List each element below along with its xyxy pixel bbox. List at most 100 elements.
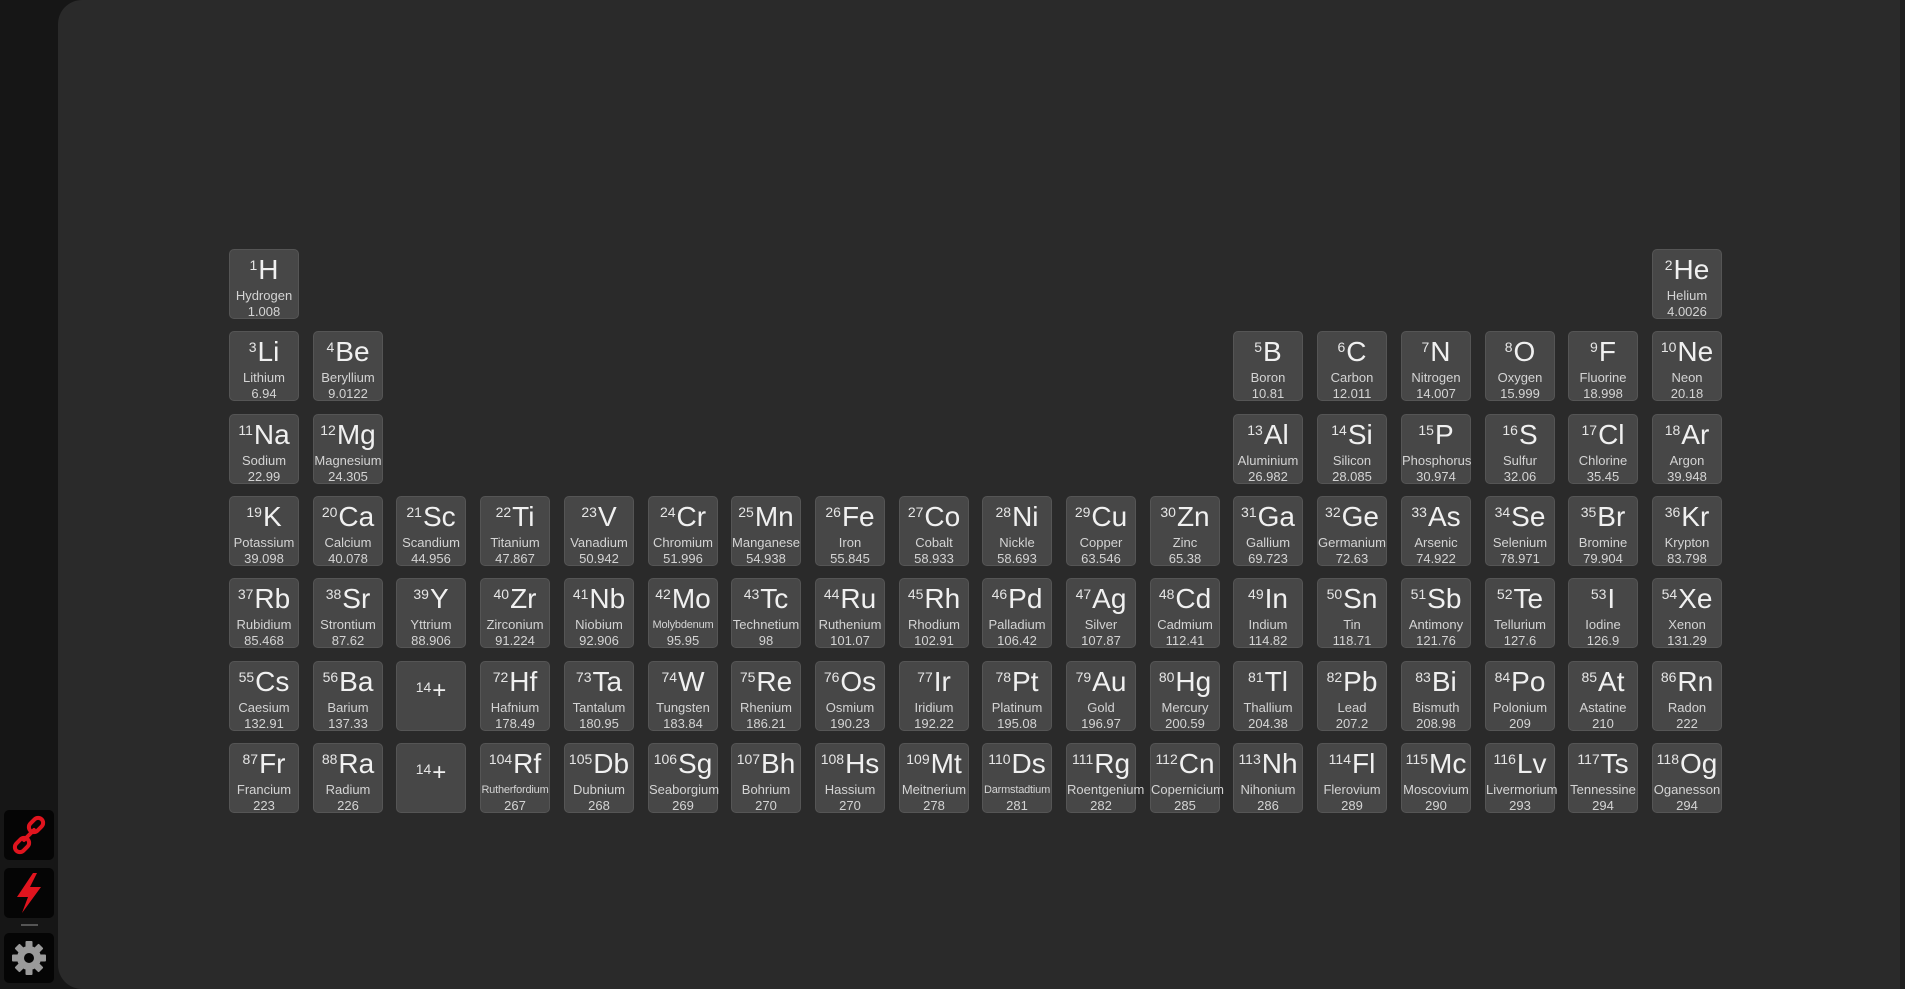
- element-tile-co[interactable]: 27 Co Cobalt 58.933: [899, 496, 969, 566]
- element-tile-cs[interactable]: 55 Cs Caesium 132.91: [229, 661, 299, 731]
- element-tile-mn[interactable]: 25 Mn Manganese 54.938: [731, 496, 801, 566]
- element-tile-h[interactable]: 1 H Hydrogen 1.008: [229, 249, 299, 319]
- element-tile-pt[interactable]: 78 Pt Platinum 195.08: [982, 661, 1052, 731]
- element-tile-po[interactable]: 84 Po Polonium 209: [1485, 661, 1555, 731]
- element-tile-in[interactable]: 49 In Indium 114.82: [1233, 578, 1303, 648]
- element-symbol: Cn: [1178, 748, 1215, 779]
- element-tile-as[interactable]: 33 As Arsenic 74.922: [1401, 496, 1471, 566]
- element-tile-sb[interactable]: 51 Sb Antimony 121.76: [1401, 578, 1471, 648]
- element-tile-cu[interactable]: 29 Cu Copper 63.546: [1066, 496, 1136, 566]
- element-tile-ds[interactable]: 110 Ds Darmstadtium 281: [982, 743, 1052, 813]
- element-tile-tc[interactable]: 43 Tc Technetium 98: [731, 578, 801, 648]
- element-tile-rh[interactable]: 45 Rh Rhodium 102.91: [899, 578, 969, 648]
- element-tile-ba[interactable]: 56 Ba Barium 137.33: [313, 661, 383, 731]
- element-tile-nb[interactable]: 41 Nb Niobium 92.906: [564, 578, 634, 648]
- element-tile-og[interactable]: 118 Og Oganesson 294: [1652, 743, 1722, 813]
- element-tile-hg[interactable]: 80 Hg Mercury 200.59: [1150, 661, 1220, 731]
- element-tile-li[interactable]: 3 Li Lithium 6.94: [229, 331, 299, 401]
- element-tile-rn[interactable]: 86 Rn Radon 222: [1652, 661, 1722, 731]
- element-tile-cn[interactable]: 112 Cn Copernicium 285: [1150, 743, 1224, 813]
- element-tile-sr[interactable]: 38 Sr Strontium 87.62: [313, 578, 383, 648]
- element-tile-k[interactable]: 19 K Potassium 39.098: [229, 496, 299, 566]
- element-tile-te[interactable]: 52 Te Tellurium 127.6: [1485, 578, 1555, 648]
- element-tile-zr[interactable]: 40 Zr Zirconium 91.224: [480, 578, 550, 648]
- element-tile-au[interactable]: 79 Au Gold 196.97: [1066, 661, 1136, 731]
- element-tile-nh[interactable]: 113 Nh Nihonium 286: [1233, 743, 1303, 813]
- element-tile-i[interactable]: 53 I Iodine 126.9: [1568, 578, 1638, 648]
- element-tile-fe[interactable]: 26 Fe Iron 55.845: [815, 496, 885, 566]
- element-tile-hf[interactable]: 72 Hf Hafnium 178.49: [480, 661, 550, 731]
- element-tile-ru[interactable]: 44 Ru Ruthenium 101.07: [815, 578, 885, 648]
- scrollbar[interactable]: [1900, 0, 1905, 989]
- element-tile-pb[interactable]: 82 Pb Lead 207.2: [1317, 661, 1387, 731]
- element-tile-ir[interactable]: 77 Ir Iridium 192.22: [899, 661, 969, 731]
- element-tile-be[interactable]: 4 Be Beryllium 9.0122: [313, 331, 383, 401]
- atomic-number: 52: [1496, 586, 1513, 602]
- element-tile-mc[interactable]: 115 Mc Moscovium 290: [1401, 743, 1471, 813]
- element-tile-re[interactable]: 75 Re Rhenium 186.21: [731, 661, 801, 731]
- atomic-mass: 54.938: [746, 551, 786, 566]
- element-tile-ar[interactable]: 18 Ar Argon 39.948: [1652, 414, 1722, 484]
- element-tile-s[interactable]: 16 S Sulfur 32.06: [1485, 414, 1555, 484]
- element-tile-br[interactable]: 35 Br Bromine 79.904: [1568, 496, 1638, 566]
- element-tile-rf[interactable]: 104 Rf Rutherfordium 267: [480, 743, 550, 813]
- element-tile-mg[interactable]: 12 Mg Magnesium 24.305: [313, 414, 383, 484]
- element-tile-mo[interactable]: 42 Mo Molybdenum 95.95: [648, 578, 718, 648]
- element-tile-o[interactable]: 8 O Oxygen 15.999: [1485, 331, 1555, 401]
- element-tile-n[interactable]: 7 N Nitrogen 14.007: [1401, 331, 1471, 401]
- element-tile-xe[interactable]: 54 Xe Xenon 131.29: [1652, 578, 1722, 648]
- element-tile-f[interactable]: 9 F Fluorine 18.998: [1568, 331, 1638, 401]
- element-tile-fl[interactable]: 114 Fl Flerovium 289: [1317, 743, 1387, 813]
- element-tile-y[interactable]: 39 Y Yttrium 88.906: [396, 578, 466, 648]
- element-tile-sg[interactable]: 106 Sg Seaborgium 269: [648, 743, 719, 813]
- element-tile-al[interactable]: 13 Al Aluminium 26.982: [1233, 414, 1303, 484]
- element-tile-p[interactable]: 15 P Phosphorus 30.974: [1401, 414, 1471, 484]
- element-tile-w[interactable]: 74 W Tungsten 183.84: [648, 661, 718, 731]
- element-tile-si[interactable]: 14 Si Silicon 28.085: [1317, 414, 1387, 484]
- link-button[interactable]: [4, 810, 54, 860]
- element-tile-ga[interactable]: 31 Ga Gallium 69.723: [1233, 496, 1303, 566]
- element-tile-mt[interactable]: 109 Mt Meitnerium 278: [899, 743, 969, 813]
- element-tile-hs[interactable]: 108 Hs Hassium 270: [815, 743, 885, 813]
- element-tile-bi[interactable]: 83 Bi Bismuth 208.98: [1401, 661, 1471, 731]
- element-symbol: Ni: [1012, 501, 1039, 532]
- element-tile-os[interactable]: 76 Os Osmium 190.23: [815, 661, 885, 731]
- element-tile-ge[interactable]: 32 Ge Germanium 72.63: [1317, 496, 1387, 566]
- element-tile-c[interactable]: 6 C Carbon 12.011: [1317, 331, 1387, 401]
- element-tile-ti[interactable]: 22 Ti Titanium 47.867: [480, 496, 550, 566]
- element-tile-b[interactable]: 5 B Boron 10.81: [1233, 331, 1303, 401]
- element-tile-sc[interactable]: 21 Sc Scandium 44.956: [396, 496, 466, 566]
- element-tile-cr[interactable]: 24 Cr Chromium 51.996: [648, 496, 718, 566]
- element-tile-lv[interactable]: 116 Lv Livermorium 293: [1485, 743, 1558, 813]
- atomic-mass: 192.22: [914, 716, 954, 731]
- element-tile-ra[interactable]: 88 Ra Radium 226: [313, 743, 383, 813]
- element-tile-at[interactable]: 85 At Astatine 210: [1568, 661, 1638, 731]
- settings-button[interactable]: [4, 933, 54, 983]
- element-tile-ag[interactable]: 47 Ag Silver 107.87: [1066, 578, 1136, 648]
- element-tile-ts[interactable]: 117 Ts Tennessine 294: [1568, 743, 1638, 813]
- element-tile-se[interactable]: 34 Se Selenium 78.971: [1485, 496, 1555, 566]
- series-expand-tile[interactable]: 14 +: [396, 743, 466, 813]
- element-tile-cl[interactable]: 17 Cl Chlorine 35.45: [1568, 414, 1638, 484]
- element-tile-pd[interactable]: 46 Pd Palladium 106.42: [982, 578, 1052, 648]
- element-tile-ca[interactable]: 20 Ca Calcium 40.078: [313, 496, 383, 566]
- flash-button[interactable]: [4, 868, 54, 918]
- element-tile-ta[interactable]: 73 Ta Tantalum 180.95: [564, 661, 634, 731]
- element-tile-he[interactable]: 2 He Helium 4.0026: [1652, 249, 1722, 319]
- element-tile-fr[interactable]: 87 Fr Francium 223: [229, 743, 299, 813]
- element-name: Zinc: [1172, 535, 1198, 550]
- element-tile-bh[interactable]: 107 Bh Bohrium 270: [731, 743, 801, 813]
- element-tile-rb[interactable]: 37 Rb Rubidium 85.468: [229, 578, 299, 648]
- element-tile-ne[interactable]: 10 Ne Neon 20.18: [1652, 331, 1722, 401]
- element-tile-cd[interactable]: 48 Cd Cadmium 112.41: [1150, 578, 1220, 648]
- element-tile-kr[interactable]: 36 Kr Krypton 83.798: [1652, 496, 1722, 566]
- element-tile-db[interactable]: 105 Db Dubnium 268: [564, 743, 634, 813]
- element-tile-sn[interactable]: 50 Sn Tin 118.71: [1317, 578, 1387, 648]
- element-tile-rg[interactable]: 111 Rg Roentgenium 282: [1066, 743, 1144, 813]
- element-tile-tl[interactable]: 81 Tl Thallium 204.38: [1233, 661, 1303, 731]
- element-tile-na[interactable]: 11 Na Sodium 22.99: [229, 414, 299, 484]
- element-tile-ni[interactable]: 28 Ni Nickle 58.693: [982, 496, 1052, 566]
- element-tile-zn[interactable]: 30 Zn Zinc 65.38: [1150, 496, 1220, 566]
- element-tile-v[interactable]: 23 V Vanadium 50.942: [564, 496, 634, 566]
- series-expand-tile[interactable]: 14 +: [396, 661, 466, 731]
